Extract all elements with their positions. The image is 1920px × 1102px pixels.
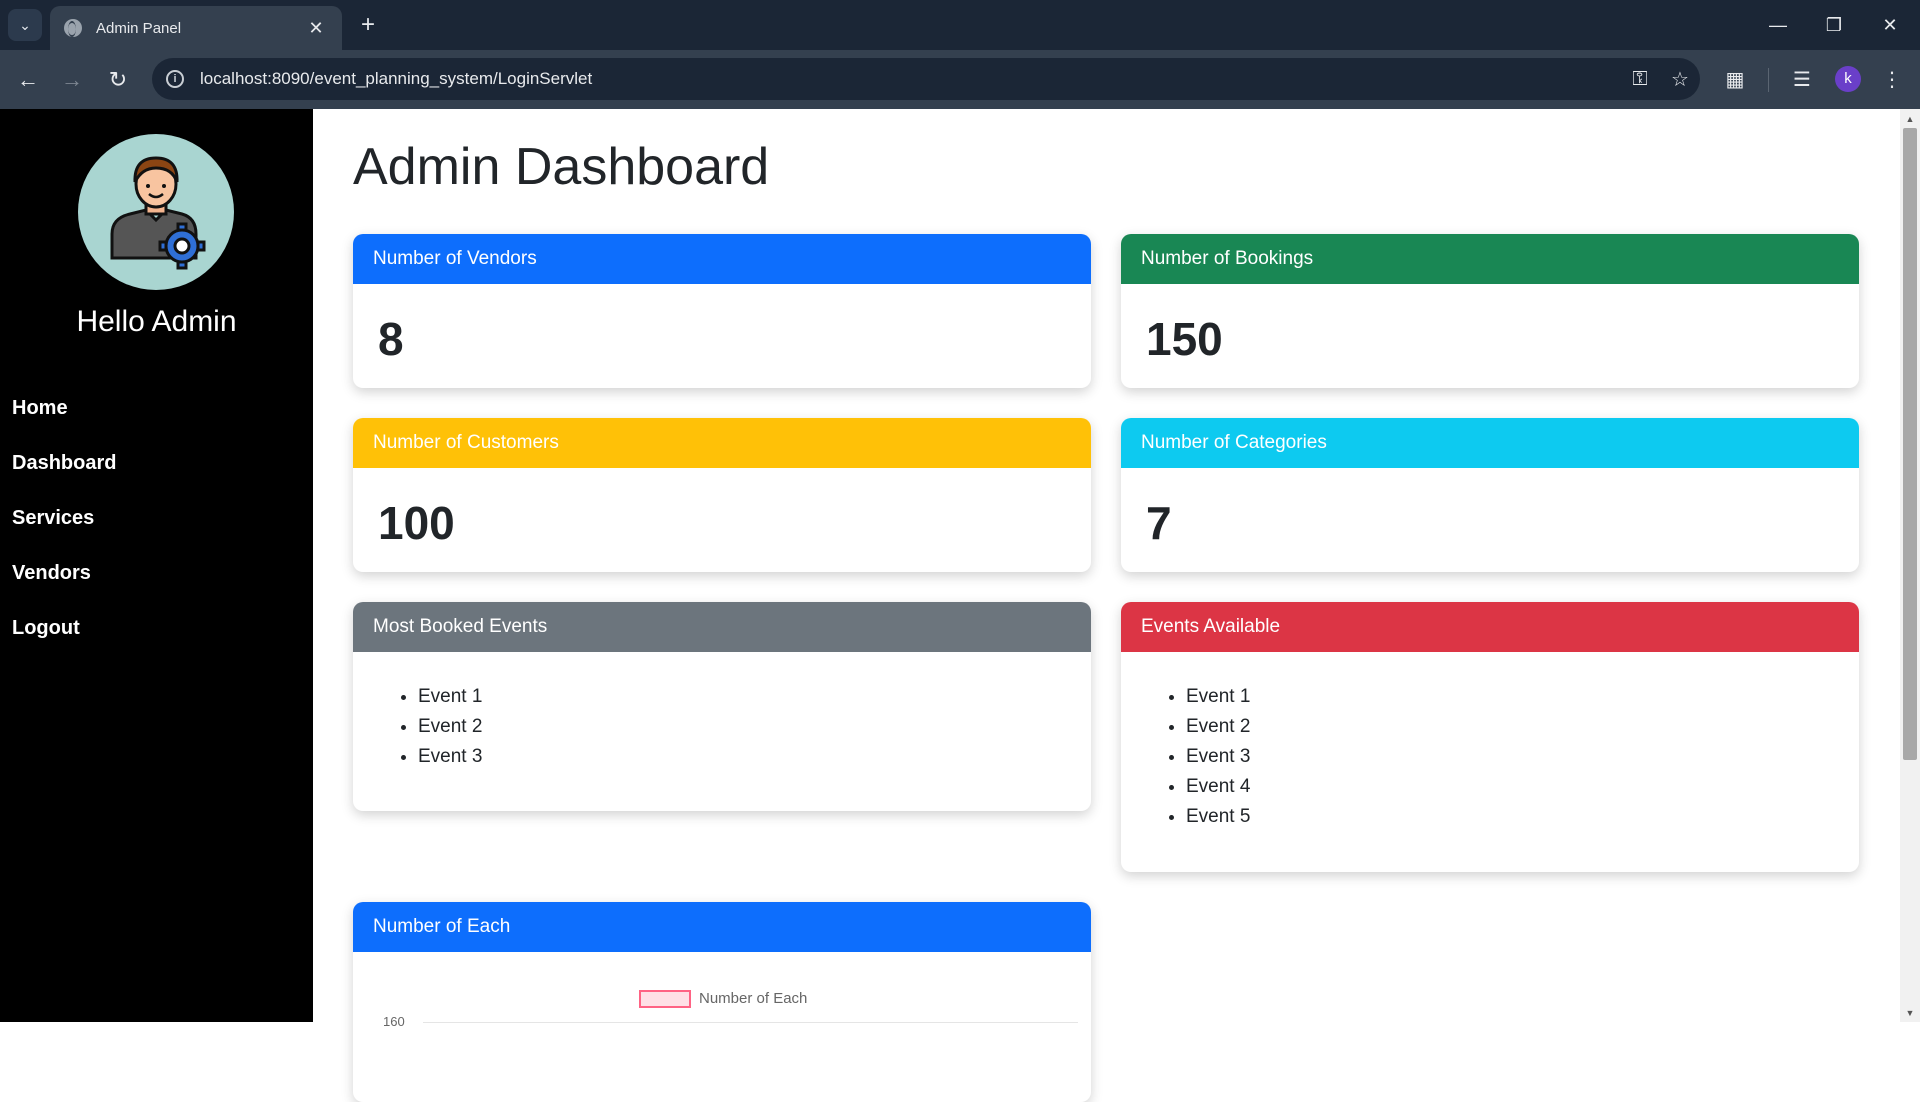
list-item: Event 2 (1186, 712, 1859, 742)
categories-card-header: Number of Categories (1121, 418, 1859, 468)
address-bar[interactable]: i localhost:8090/event_planning_system/L… (152, 58, 1700, 100)
page-title: Admin Dashboard (353, 138, 770, 196)
chart-card-header: Number of Each (353, 902, 1091, 952)
bookmark-star-icon[interactable]: ☆ (1660, 67, 1700, 92)
list-item: Event 3 (1186, 742, 1859, 772)
nav-home-link[interactable]: Home (12, 397, 68, 420)
reload-icon[interactable]: ↻ (102, 64, 134, 96)
most-booked-events-card: Most Booked Events Event 1 Event 2 Event… (353, 602, 1091, 811)
vendors-card-header: Number of Vendors (353, 234, 1091, 284)
nav-vendors-link[interactable]: Vendors (12, 562, 91, 585)
main-content: Admin Dashboard Number of Vendors 8 Numb… (313, 109, 1900, 1102)
restore-icon[interactable]: ❐ (1814, 10, 1854, 40)
vendors-count: 8 (378, 313, 404, 365)
events-available-list: Event 1 Event 2 Event 3 Event 4 Event 5 (1121, 652, 1859, 832)
nav-dashboard-link[interactable]: Dashboard (12, 452, 116, 475)
list-item: Event 3 (418, 742, 1091, 772)
media-playlist-icon[interactable]: ☰ (1786, 64, 1818, 96)
browser-toolbar: ← → ↻ i localhost:8090/event_planning_sy… (0, 50, 1920, 109)
scrollbar-thumb[interactable] (1903, 128, 1917, 760)
browser-tab[interactable]: Admin Panel ✕ (50, 6, 342, 50)
forward-arrow-icon[interactable]: → (56, 64, 88, 96)
new-tab-plus-icon[interactable]: + (354, 10, 382, 40)
toolbar-divider (1768, 68, 1769, 92)
vendors-card: Number of Vendors 8 (353, 234, 1091, 388)
tab-search-chevron-icon[interactable]: ⌄ (8, 9, 42, 41)
password-key-icon[interactable]: ⚿ (1620, 68, 1660, 91)
list-item: Event 1 (1186, 682, 1859, 712)
bookings-card-header: Number of Bookings (1121, 234, 1859, 284)
tab-title: Admin Panel (96, 19, 182, 37)
tab-close-icon[interactable]: ✕ (304, 18, 328, 39)
nav-logout-link[interactable]: Logout (12, 617, 80, 640)
list-item: Event 1 (418, 682, 1091, 712)
minimize-icon[interactable]: — (1758, 10, 1798, 40)
extensions-puzzle-icon[interactable]: ▦ (1719, 64, 1751, 96)
customers-count: 100 (378, 497, 455, 549)
bookings-card: Number of Bookings 150 (1121, 234, 1859, 388)
customers-card-header: Number of Customers (353, 418, 1091, 468)
nav-services-link[interactable]: Services (12, 507, 94, 530)
events-available-card: Events Available Event 1 Event 2 Event 3… (1121, 602, 1859, 872)
chart-area: Number of Each 160 (353, 952, 1091, 1032)
globe-icon (64, 19, 82, 37)
chart-legend-swatch[interactable] (639, 990, 691, 1008)
greeting-text: Hello Admin (76, 305, 237, 338)
events-available-card-header: Events Available (1121, 602, 1859, 652)
list-item: Event 4 (1186, 772, 1859, 802)
browser-menu-icon[interactable]: ⋮ (1876, 64, 1908, 96)
chart-grid-line (423, 1022, 1078, 1023)
admin-avatar (78, 134, 234, 290)
most-booked-list: Event 1 Event 2 Event 3 (353, 652, 1091, 772)
list-item: Event 2 (418, 712, 1091, 742)
profile-avatar[interactable]: k (1835, 66, 1861, 92)
scroll-up-arrow-icon[interactable]: ▲ (1903, 112, 1917, 126)
scroll-down-arrow-icon[interactable]: ▼ (1903, 1006, 1917, 1020)
chart-legend-label[interactable]: Number of Each (699, 990, 807, 1007)
number-of-each-chart-card: Number of Each Number of Each 160 (353, 902, 1091, 1102)
list-item: Event 5 (1186, 802, 1859, 832)
sidebar: Hello Admin Home Dashboard Services Vend… (0, 109, 313, 1022)
browser-tab-bar: ⌄ Admin Panel ✕ + — ❐ ✕ (0, 0, 1920, 50)
site-info-icon[interactable]: i (166, 70, 184, 88)
admin-user-gear-icon (110, 156, 206, 270)
back-arrow-icon[interactable]: ← (12, 64, 44, 96)
window-close-icon[interactable]: ✕ (1870, 10, 1910, 40)
most-booked-card-header: Most Booked Events (353, 602, 1091, 652)
categories-count: 7 (1146, 497, 1172, 549)
customers-card: Number of Customers 100 (353, 418, 1091, 572)
categories-card: Number of Categories 7 (1121, 418, 1859, 572)
bookings-count: 150 (1146, 313, 1223, 365)
url-text[interactable]: localhost:8090/event_planning_system/Log… (200, 69, 1620, 89)
